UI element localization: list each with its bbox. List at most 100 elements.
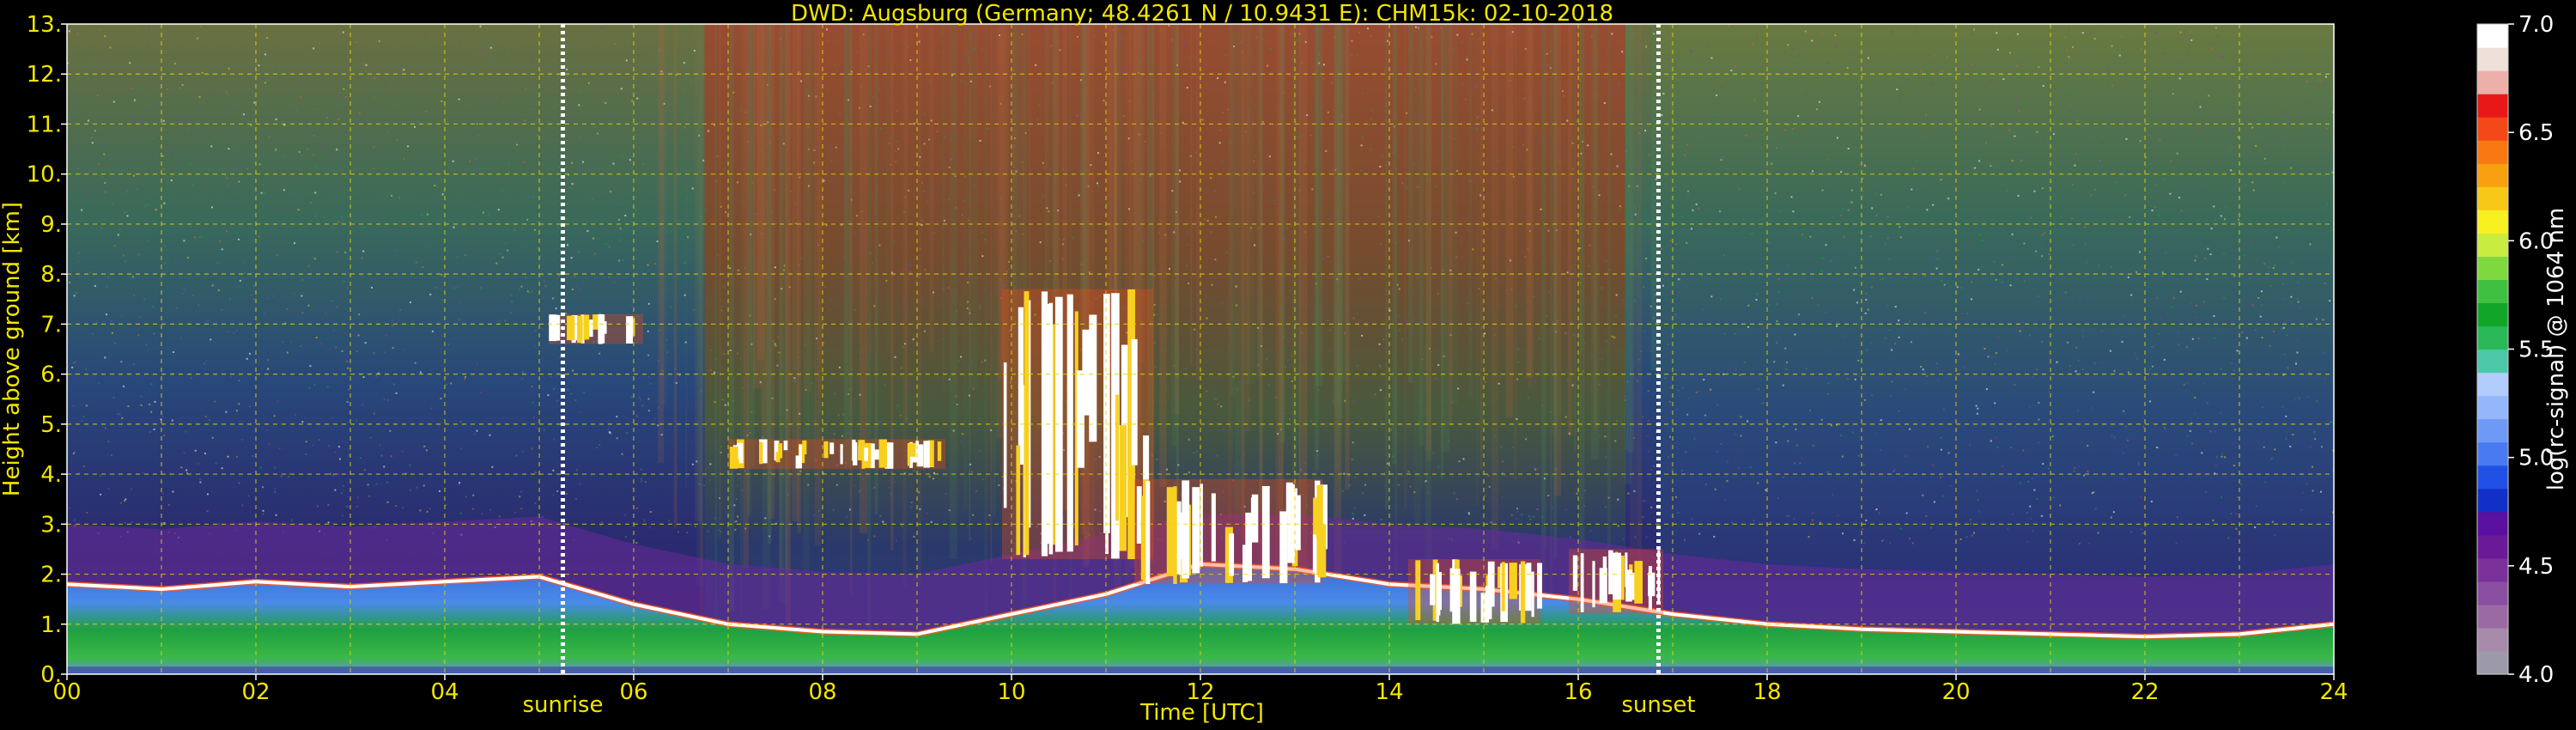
noise-speck xyxy=(1498,376,1501,379)
noise-speck xyxy=(1458,460,1461,463)
noise-speck xyxy=(1487,48,1490,51)
noise-speck xyxy=(899,415,902,417)
noise-speck xyxy=(1859,107,1862,110)
noise-speck xyxy=(1437,465,1440,468)
noise-speck xyxy=(2220,411,2222,414)
noise-speck xyxy=(314,215,317,217)
noise-speck xyxy=(2026,52,2029,54)
noise-speck xyxy=(301,421,304,423)
noise-speck xyxy=(318,439,320,441)
noise-speck xyxy=(346,401,349,403)
noise-speck xyxy=(570,276,573,278)
noise-speck xyxy=(407,145,410,148)
noise-speck xyxy=(509,312,512,314)
noise-speck xyxy=(1364,484,1367,486)
noise-speck xyxy=(653,417,656,420)
noise-speck xyxy=(1183,41,1186,43)
noise-speck xyxy=(1856,301,1858,304)
noise-speck xyxy=(1879,278,1881,280)
noise-speck xyxy=(1613,336,1616,338)
noise-speck xyxy=(477,134,480,137)
noise-speck xyxy=(1695,392,1698,394)
noise-speck xyxy=(396,139,398,142)
noise-speck xyxy=(2294,361,2297,363)
noise-speck xyxy=(390,455,392,458)
noise-speck xyxy=(152,137,155,139)
noise-speck xyxy=(1875,214,1878,216)
noise-speck xyxy=(1050,45,1053,47)
noise-speck xyxy=(594,252,597,255)
noise-speck xyxy=(1884,337,1886,339)
noise-speck xyxy=(96,94,99,97)
noise-speck xyxy=(233,332,235,334)
noise-speck xyxy=(329,186,331,189)
noise-speck xyxy=(1322,77,1325,80)
noise-speck xyxy=(2301,491,2304,494)
noise-speck xyxy=(345,96,348,98)
noise-speck xyxy=(513,228,516,231)
noise-speck xyxy=(162,168,165,170)
noise-speck xyxy=(1179,169,1181,172)
noise-speck xyxy=(332,329,335,332)
noise-speck xyxy=(2297,281,2300,283)
noise-speck xyxy=(2300,508,2303,511)
noise-speck xyxy=(2020,60,2023,63)
noise-speck xyxy=(104,35,106,38)
noise-speck xyxy=(1684,538,1686,541)
noise-speck xyxy=(465,376,466,378)
y-tick-label: 8. xyxy=(40,262,62,288)
noise-speck xyxy=(1811,40,1814,42)
noise-speck xyxy=(635,415,638,417)
noise-speck xyxy=(2287,228,2290,231)
noise-speck xyxy=(636,198,639,200)
noise-speck xyxy=(229,376,232,379)
noise-speck xyxy=(425,111,428,113)
noise-speck xyxy=(238,403,240,405)
noise-speck xyxy=(525,88,527,90)
noise-speck xyxy=(2278,40,2281,43)
noise-speck xyxy=(737,515,739,518)
noise-speck xyxy=(109,46,112,49)
cloud-fragment xyxy=(1250,497,1255,542)
noise-speck xyxy=(2306,325,2308,327)
noise-speck xyxy=(1564,508,1567,511)
signal-streak xyxy=(1419,24,1425,446)
noise-speck xyxy=(2083,148,2086,150)
noise-speck xyxy=(276,254,278,257)
noise-speck xyxy=(498,319,501,322)
cloud-fragment xyxy=(783,441,788,451)
noise-speck xyxy=(723,352,726,355)
noise-speck xyxy=(2244,254,2246,257)
noise-speck xyxy=(723,411,726,414)
noise-speck xyxy=(1979,150,1982,153)
noise-speck xyxy=(846,515,848,518)
noise-speck xyxy=(1727,460,1729,463)
noise-speck xyxy=(2071,183,2074,186)
noise-speck xyxy=(2033,190,2036,192)
noise-speck xyxy=(2008,129,2010,131)
noise-speck xyxy=(1837,178,1839,180)
noise-speck xyxy=(708,418,710,421)
noise-speck xyxy=(2084,243,2087,246)
noise-speck xyxy=(1830,260,1832,262)
noise-speck xyxy=(1911,341,1912,344)
noise-speck xyxy=(504,242,507,245)
noise-speck xyxy=(1644,130,1646,131)
noise-speck xyxy=(1537,138,1540,141)
noise-speck xyxy=(1723,254,1725,257)
y-tick-label: 3. xyxy=(40,512,62,538)
noise-speck xyxy=(1925,113,1927,116)
noise-speck xyxy=(2144,64,2147,66)
noise-speck xyxy=(1722,373,1725,375)
noise-speck xyxy=(1563,94,1564,97)
noise-speck xyxy=(260,192,263,194)
noise-speck xyxy=(620,88,623,90)
noise-speck xyxy=(1909,428,1911,430)
noise-speck xyxy=(1695,204,1698,205)
noise-speck xyxy=(440,335,443,338)
noise-speck xyxy=(1867,57,1869,59)
noise-speck xyxy=(988,514,991,516)
noise-speck xyxy=(1906,80,1909,82)
noise-speck xyxy=(1617,525,1619,527)
noise-speck xyxy=(1684,67,1686,70)
